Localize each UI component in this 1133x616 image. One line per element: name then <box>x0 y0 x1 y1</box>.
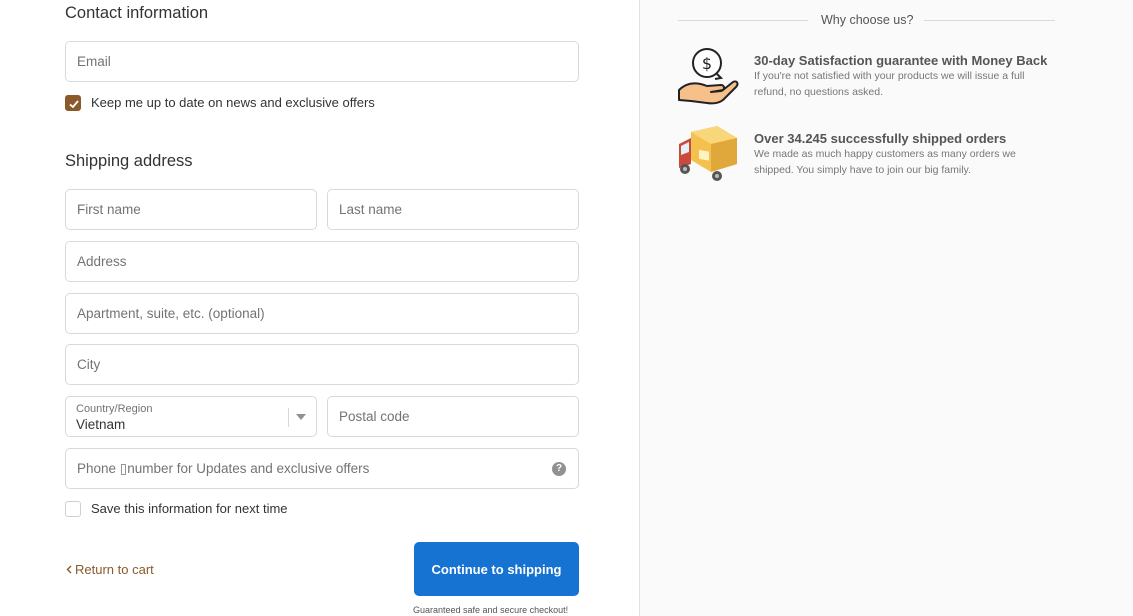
email-field[interactable] <box>66 42 578 81</box>
city-wrapper <box>65 344 579 385</box>
apartment-field[interactable] <box>66 294 578 333</box>
chevron-down-icon <box>296 414 306 420</box>
chevron-left-icon <box>66 562 72 577</box>
save-info-label: Save this information for next time <box>91 501 288 516</box>
return-to-cart-label: Return to cart <box>75 562 154 577</box>
country-select-value: Vietnam <box>76 417 126 432</box>
phone-wrapper: ? <box>65 448 579 489</box>
checkmark-icon <box>69 100 79 109</box>
select-divider <box>288 408 289 427</box>
continue-to-shipping-button[interactable]: Continue to shipping <box>414 542 579 596</box>
contact-heading: Contact information <box>65 4 209 22</box>
help-icon[interactable]: ? <box>552 462 566 476</box>
svg-text:$: $ <box>702 54 712 73</box>
feature-title: Over 34.245 successfully shipped orders <box>754 131 1007 146</box>
last-name-field[interactable] <box>328 190 578 229</box>
return-to-cart-link[interactable]: Return to cart <box>66 562 154 577</box>
feature-text: We made as much happy customers as many … <box>754 148 1016 176</box>
city-field[interactable] <box>66 345 578 384</box>
postal-code-field[interactable] <box>328 397 578 436</box>
divider-right <box>924 20 1055 21</box>
first-name-wrapper <box>65 189 317 230</box>
checkout-form-panel: Contact information Keep me up to date o… <box>0 0 639 616</box>
why-choose-us-heading: Why choose us? <box>821 13 914 27</box>
country-select-label: Country/Region <box>76 403 153 415</box>
email-field-wrapper <box>65 41 579 82</box>
address-field[interactable] <box>66 242 578 281</box>
save-info-checkbox[interactable] <box>65 501 81 517</box>
money-back-icon: $ <box>677 44 739 111</box>
secure-checkout-note: Guaranteed safe and secure checkout! <box>413 605 569 615</box>
apartment-wrapper <box>65 293 579 334</box>
feature-title: 30-day Satisfaction guarantee with Money… <box>754 53 1048 68</box>
first-name-field[interactable] <box>66 190 316 229</box>
postal-code-wrapper <box>327 396 579 437</box>
last-name-wrapper <box>327 189 579 230</box>
address-wrapper <box>65 241 579 282</box>
newsletter-label: Keep me up to date on news and exclusive… <box>91 95 375 110</box>
phone-field[interactable] <box>66 449 578 488</box>
divider-left <box>678 20 808 21</box>
feature-text: If you're not satisfied with your produc… <box>754 70 1025 98</box>
shipping-heading: Shipping address <box>65 152 193 170</box>
delivery-truck-icon <box>677 124 739 189</box>
newsletter-checkbox[interactable] <box>65 95 81 111</box>
country-select[interactable]: Country/Region Vietnam <box>65 396 317 437</box>
